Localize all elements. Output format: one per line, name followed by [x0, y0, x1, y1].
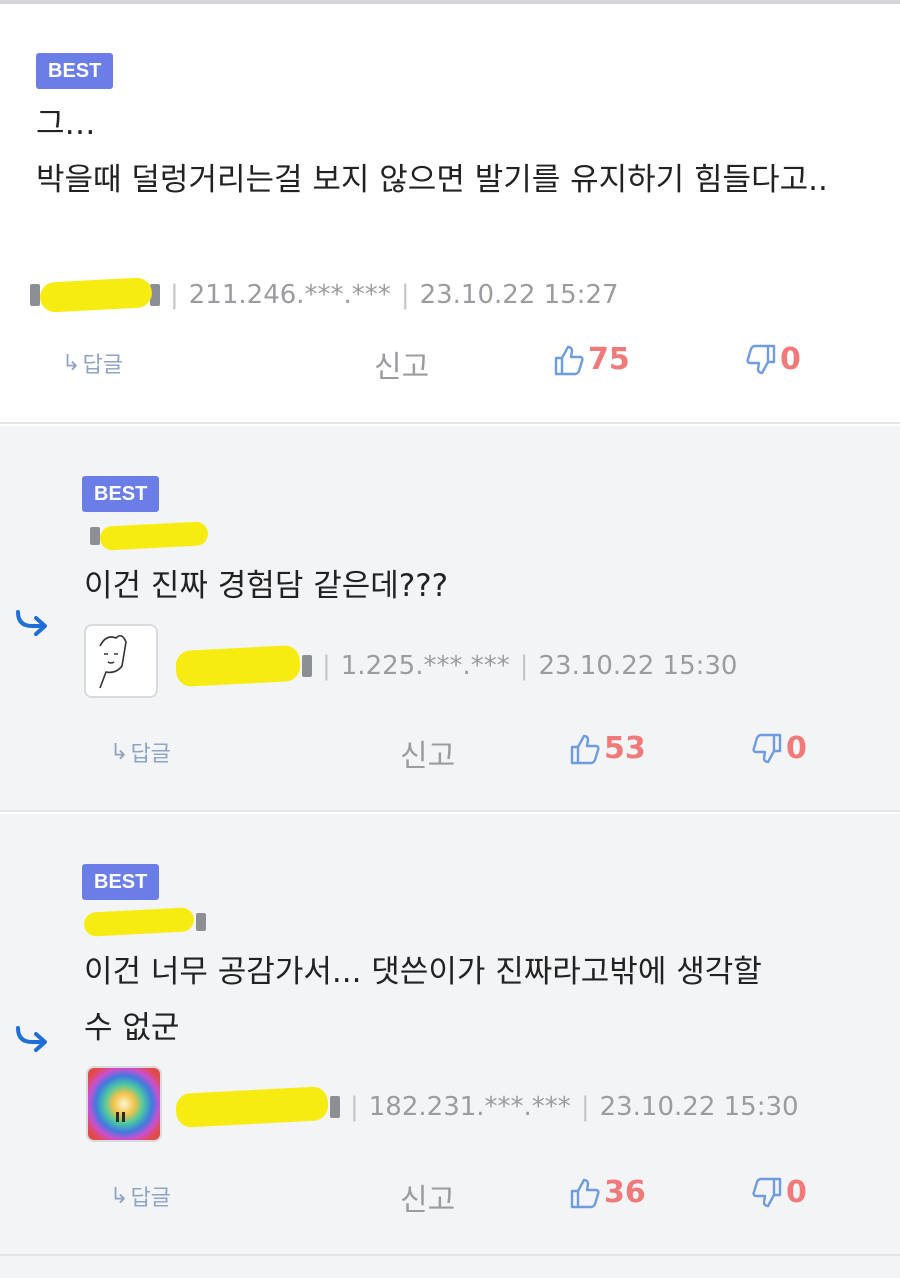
dislike-count: 0 [786, 731, 807, 766]
dislike-button[interactable]: 0 [746, 342, 801, 377]
reply-button[interactable]: ↳ 답글 [110, 1180, 171, 1212]
dislike-button[interactable]: 0 [752, 1175, 807, 1210]
report-button[interactable]: 신고 [400, 1175, 455, 1219]
timestamp: 23.10.22 15:30 [538, 651, 738, 681]
reply-arrow-icon: ↳ [62, 350, 81, 376]
dislike-count: 0 [780, 342, 801, 377]
nickname-redacted[interactable] [175, 1086, 340, 1128]
comment-meta: | 1.225.***.*** | 23.10.22 15:30 [175, 644, 738, 688]
reply-indicator-icon [14, 610, 48, 638]
nickname-redacted[interactable] [83, 907, 206, 937]
nickname-redacted[interactable] [90, 521, 209, 551]
best-reply: BEST 이건 진짜 경험담 같은데??? | 1.225.***.*** | … [0, 426, 900, 812]
separator: | [400, 280, 410, 310]
best-badge: BEST [82, 864, 160, 900]
dislike-button[interactable]: 0 [752, 731, 807, 766]
reply-arrow-icon: ↳ [110, 1183, 129, 1209]
thumbs-down-icon [752, 1177, 782, 1209]
like-button[interactable]: 53 [570, 731, 646, 766]
dislike-count: 0 [786, 1175, 807, 1210]
separator: | [350, 1092, 359, 1122]
timestamp: 23.10.22 15:27 [419, 280, 619, 310]
thumbs-down-icon [752, 733, 782, 765]
like-button[interactable]: 36 [570, 1175, 646, 1210]
comment-meta: | 182.231.***.*** | 23.10.22 15:30 [175, 1086, 799, 1128]
like-count: 75 [588, 342, 630, 377]
separator: | [170, 280, 179, 310]
like-button[interactable]: 75 [554, 342, 630, 377]
reply-button[interactable]: ↳ 답글 [110, 736, 171, 768]
reply-button[interactable]: ↳ 답글 [62, 347, 123, 379]
best-badge: BEST [82, 476, 160, 512]
comment-text: 그… 박을때 덜렁거리는걸 보지 않으면 발기를 유지하기 힘들다고.. [36, 106, 828, 198]
thumbs-down-icon [746, 344, 776, 376]
ip-address: 211.246.***.*** [188, 280, 391, 310]
ip-address: 1.225.***.*** [340, 651, 510, 681]
report-button[interactable]: 신고 [400, 731, 455, 775]
reply-arrow-icon: ↳ [110, 739, 129, 765]
like-count: 53 [604, 731, 646, 766]
best-reply: BEST 이건 너무 공감가서... 댓쓴이가 진짜라고밖에 생각할 수 없군 [0, 814, 900, 1256]
avatar[interactable] [84, 624, 158, 698]
timestamp: 23.10.22 15:30 [599, 1092, 799, 1122]
comment-text: 이건 너무 공감가서... 댓쓴이가 진짜라고밖에 생각할 수 없군 [84, 954, 762, 1046]
thumbs-up-icon [554, 344, 584, 376]
comment-text: 이건 진짜 경험담 같은데??? [84, 568, 449, 604]
next-section-edge [0, 1256, 900, 1278]
comment-meta: | 211.246.***.*** | 23.10.22 15:27 [30, 277, 619, 313]
like-count: 36 [604, 1175, 646, 1210]
separator: | [580, 1092, 590, 1122]
nickname-redacted[interactable] [30, 277, 160, 313]
nickname-redacted[interactable] [175, 644, 312, 688]
reply-indicator-icon [14, 1026, 48, 1054]
report-button[interactable]: 신고 [374, 342, 429, 386]
avatar[interactable] [86, 1066, 162, 1142]
best-comment: BEST 그… 박을때 덜렁거리는걸 보지 않으면 발기를 유지하기 힘들다고.… [0, 4, 900, 424]
separator: | [322, 651, 331, 681]
best-badge: BEST [36, 53, 114, 89]
ip-address: 182.231.***.*** [368, 1092, 571, 1122]
separator: | [519, 651, 529, 681]
thumbs-up-icon [570, 1177, 600, 1209]
thumbs-up-icon [570, 733, 600, 765]
